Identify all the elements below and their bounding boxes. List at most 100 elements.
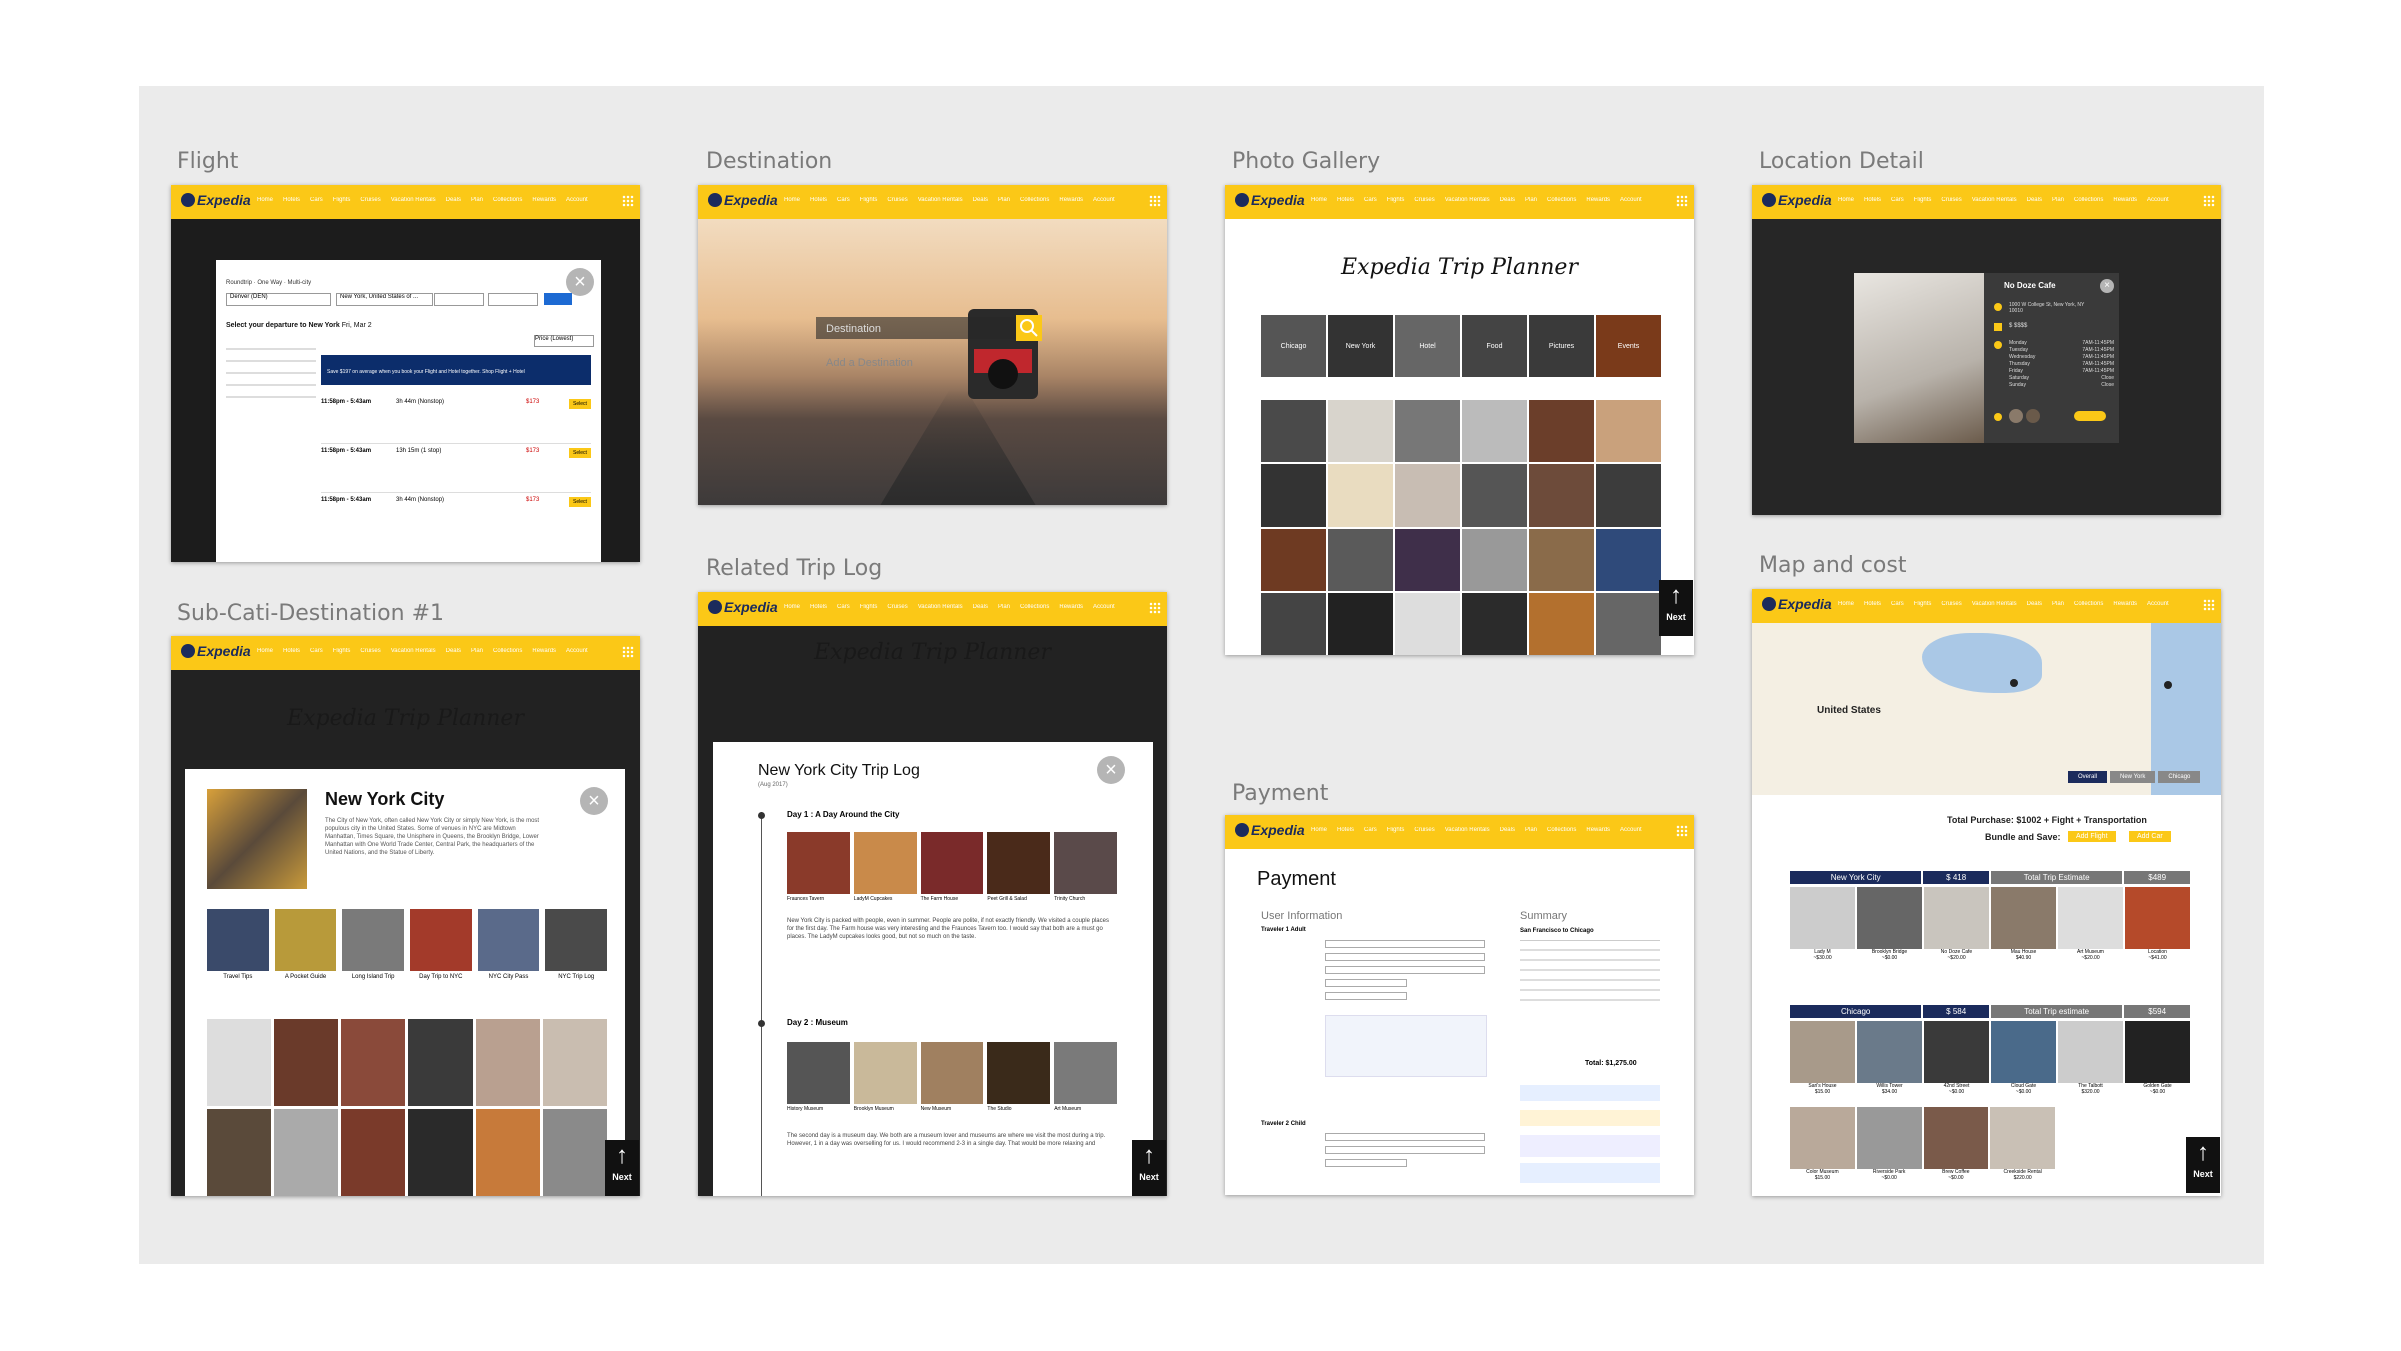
flight-result[interactable]: 11:58pm - 5:43am 3h 44m (Nonstop) $173 S…	[321, 395, 591, 444]
tab-chicago[interactable]: Chicago	[2158, 771, 2201, 783]
to-input[interactable]: New York, United States of ...	[336, 293, 433, 306]
expedia-logo[interactable]: Expedia	[181, 643, 251, 659]
photo-thumb[interactable]	[1596, 464, 1661, 527]
apps-grid-icon[interactable]	[1149, 195, 1161, 207]
cost-item[interactable]: Color Museum $15.00	[1790, 1107, 1855, 1181]
category-tile[interactable]: New York	[1328, 315, 1393, 377]
photo-thumb[interactable]	[1596, 528, 1661, 591]
photo-thumb[interactable]	[341, 1109, 406, 1196]
photo-thumb[interactable]	[1261, 464, 1326, 527]
place-tile[interactable]: The Studio	[987, 1042, 1051, 1112]
cost-item[interactable]: Location ~$41.00	[2125, 887, 2190, 961]
expedia-logo[interactable]: Expedia	[708, 192, 778, 208]
photo-thumb[interactable]	[1395, 592, 1460, 655]
ny-cost-items[interactable]: Lady M ~$30.00 Brooklyn Bridge ~$0.00 No D…	[1790, 887, 2190, 961]
flight-result[interactable]: 11:58pm - 5:43am 13h 15m (1 stop) $173 S…	[321, 444, 591, 493]
return-date-input[interactable]	[488, 293, 538, 306]
cost-item[interactable]: Brew Coffee ~$0.00	[1923, 1107, 1989, 1181]
photo-thumb[interactable]	[274, 1109, 339, 1196]
avatar[interactable]	[2009, 409, 2023, 423]
cost-item[interactable]: Art Museum ~$20.00	[2058, 887, 2123, 961]
add-flight-button[interactable]: Add Flight	[2068, 831, 2116, 842]
nav-menu[interactable]: Home Hotels Cars Flights Cruises Vacation Ren…	[257, 648, 614, 654]
add-destination-link[interactable]: Add a Destination	[826, 357, 913, 369]
guide-tile[interactable]: Day Trip to NYC	[410, 909, 472, 980]
place-tile[interactable]: History Museum	[787, 1042, 850, 1112]
photo-thumb[interactable]	[1395, 464, 1460, 527]
insurance-box[interactable]	[1520, 1135, 1660, 1157]
sub-destination-card[interactable]: Expedia Home Hotels Cars Flights Cruises Vaca…	[171, 636, 640, 1196]
filter-sidebar[interactable]	[226, 342, 316, 557]
photo-thumb[interactable]	[274, 1019, 339, 1106]
search-icon[interactable]	[1016, 315, 1042, 341]
map-cost-card[interactable]: Expedia Home Hotels Cars Flights Cruises Vaca…	[1752, 589, 2221, 1196]
chicago-cost-items[interactable]: Sari's House $15.00 Willis Tower $34.00 42…	[1790, 1021, 2190, 1095]
tab-overall[interactable]: Overall	[2068, 771, 2108, 783]
form-field[interactable]	[1325, 992, 1407, 1000]
map-tabs[interactable]: Overall New York Chicago	[2068, 771, 2201, 783]
photo-thumb[interactable]	[1529, 400, 1594, 463]
cost-item[interactable]: Cloud Gate ~$0.00	[1991, 1021, 2056, 1095]
photo-thumb[interactable]	[542, 1109, 607, 1196]
map-pin-icon[interactable]	[2164, 681, 2172, 689]
cost-item[interactable]: Brooklyn Bridge ~$0.00	[1857, 887, 1922, 961]
apps-grid-icon[interactable]	[1676, 825, 1688, 837]
cost-item[interactable]: Mau House $40.90	[1991, 887, 2056, 961]
photo-grid[interactable]	[207, 1019, 607, 1196]
category-tile[interactable]: Food	[1462, 315, 1527, 377]
photo-thumb[interactable]	[1395, 400, 1460, 463]
cost-item[interactable]: Riverside Park ~$0.00	[1856, 1107, 1922, 1181]
nav-menu[interactable]: Home Hotels Cars Flights Cruises Vacation Ren…	[1311, 827, 1668, 833]
cost-item[interactable]: Willis Tower $34.00	[1857, 1021, 1922, 1095]
photo-thumb[interactable]	[1328, 592, 1393, 655]
flight-result[interactable]: 11:58pm - 5:43am 3h 44m (Nonstop) $173 S…	[321, 493, 591, 541]
add-button[interactable]	[2074, 411, 2106, 421]
place-tile[interactable]: LadyM Cupcakes	[853, 832, 917, 902]
guide-tile[interactable]: NYC City Pass	[477, 909, 540, 980]
photo-thumb[interactable]	[341, 1019, 406, 1106]
photo-thumb[interactable]	[475, 1019, 540, 1106]
nav-menu[interactable]: Home Hotels Cars Flights Cruises Vacation Ren…	[784, 604, 1141, 610]
expedia-logo[interactable]: Expedia	[1235, 192, 1305, 208]
place-tile[interactable]: New Museum	[920, 1042, 984, 1112]
next-button[interactable]: ↑ Next	[1132, 1140, 1166, 1196]
nav-menu[interactable]: Home Hotels Cars Flights Cruises Vacation Ren…	[1838, 601, 2195, 607]
apps-grid-icon[interactable]	[1676, 195, 1688, 207]
photo-thumb[interactable]	[1596, 400, 1661, 463]
trip-type[interactable]: Roundtrip · One Way · Multi-city	[226, 280, 311, 286]
photo-thumb[interactable]	[1529, 592, 1594, 655]
close-icon[interactable]: ×	[580, 787, 608, 815]
guide-tile[interactable]: Travel Tips	[207, 909, 269, 980]
close-icon[interactable]: ×	[566, 268, 594, 296]
place-tile[interactable]: Trinity Church	[1054, 832, 1117, 902]
cost-item[interactable]: No Doze Cafe ~$20.00	[1924, 887, 1989, 961]
expedia-logo[interactable]: Expedia	[1235, 822, 1305, 838]
form-field[interactable]	[1325, 1159, 1407, 1167]
next-button[interactable]: ↑ Next	[605, 1140, 639, 1196]
cost-item[interactable]: The Talbott $320.00	[2058, 1021, 2123, 1095]
traveler2-form[interactable]	[1325, 1133, 1485, 1167]
add-car-button[interactable]: Add Car	[2129, 831, 2171, 842]
day1-places[interactable]: Fraunces Tavern LadyM Cupcakes The Farm …	[787, 832, 1117, 902]
apps-grid-icon[interactable]	[1149, 602, 1161, 614]
apps-grid-icon[interactable]	[2203, 599, 2215, 611]
photo-thumb[interactable]	[1261, 528, 1326, 591]
photo-thumb[interactable]	[1261, 592, 1326, 655]
close-icon[interactable]: ×	[1097, 756, 1125, 784]
location-detail-card[interactable]: Expedia Home Hotels Cars Flights Cruises Vaca…	[1752, 185, 2221, 515]
map-pin-icon[interactable]	[2010, 679, 2018, 687]
photo-thumb[interactable]	[408, 1109, 473, 1196]
expedia-logo[interactable]: Expedia	[1762, 596, 1832, 612]
photo-grid[interactable]	[1261, 400, 1661, 655]
category-tile[interactable]: Events	[1596, 315, 1661, 377]
apps-grid-icon[interactable]	[622, 195, 634, 207]
category-tile[interactable]: Chicago	[1261, 315, 1326, 377]
guide-tile[interactable]: NYC Trip Log	[545, 909, 608, 980]
close-icon[interactable]: ×	[2100, 279, 2114, 293]
photo-thumb[interactable]	[207, 1109, 272, 1196]
photo-gallery-card[interactable]: Expedia Home Hotels Cars Flights Cruises Vaca…	[1225, 185, 1694, 655]
photo-thumb[interactable]	[1328, 400, 1393, 463]
photo-thumb[interactable]	[1462, 400, 1527, 463]
place-tile[interactable]: The Farm House	[920, 832, 984, 902]
tsa-info-box[interactable]	[1325, 1015, 1487, 1077]
